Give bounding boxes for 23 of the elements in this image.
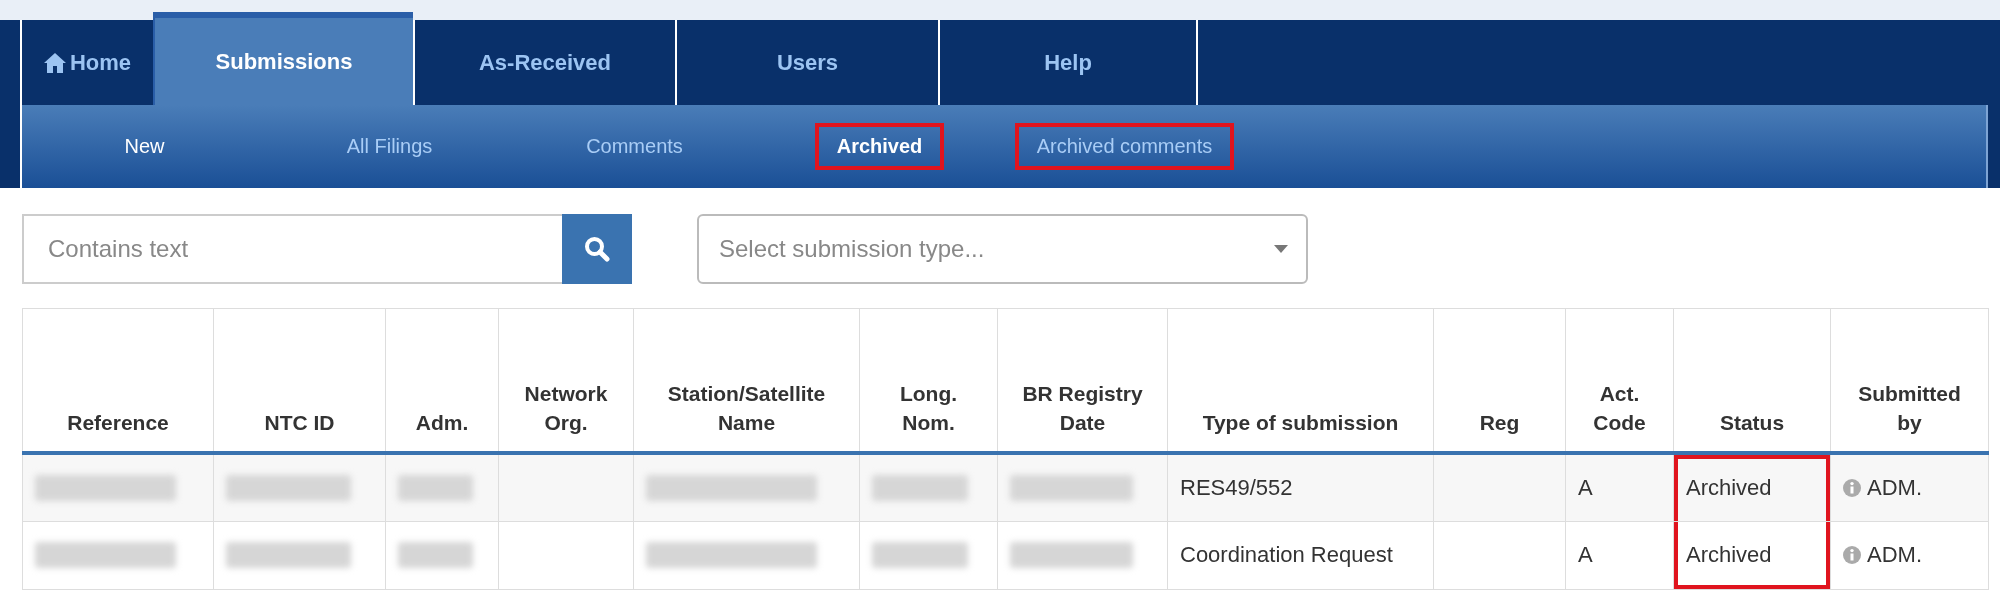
home-icon: [43, 52, 66, 73]
table-cell: ADM.: [1867, 474, 1922, 501]
table-cell: A: [1578, 474, 1593, 500]
sub-tab[interactable]: New: [102, 123, 187, 170]
info-icon: [1843, 478, 1861, 497]
sub-tab[interactable]: All Filings: [324, 123, 455, 170]
table-cell: Archived: [1686, 474, 1772, 500]
sub-tab[interactable]: Comments: [564, 123, 705, 170]
search-icon: [584, 236, 610, 262]
sub-tab[interactable]: Archived comments: [1014, 123, 1235, 170]
submission-type-dropdown[interactable]: Select submission type...: [697, 214, 1308, 284]
search-button[interactable]: [562, 214, 632, 284]
table-cell: A: [1578, 542, 1593, 567]
search-field[interactable]: Contains text: [22, 214, 562, 284]
column-header[interactable]: Status: [1673, 308, 1831, 453]
table-cell: RES49/552: [1180, 474, 1293, 500]
caret-icon: [1274, 245, 1288, 253]
table-cell: Archived: [1686, 542, 1772, 567]
table-cell: Coordination Request: [1180, 542, 1393, 567]
nav-tab[interactable]: Submissions: [153, 12, 413, 105]
sub-tab[interactable]: Archived: [814, 123, 945, 170]
info-icon: [1843, 546, 1861, 564]
table-cell: ADM.: [1867, 542, 1922, 568]
